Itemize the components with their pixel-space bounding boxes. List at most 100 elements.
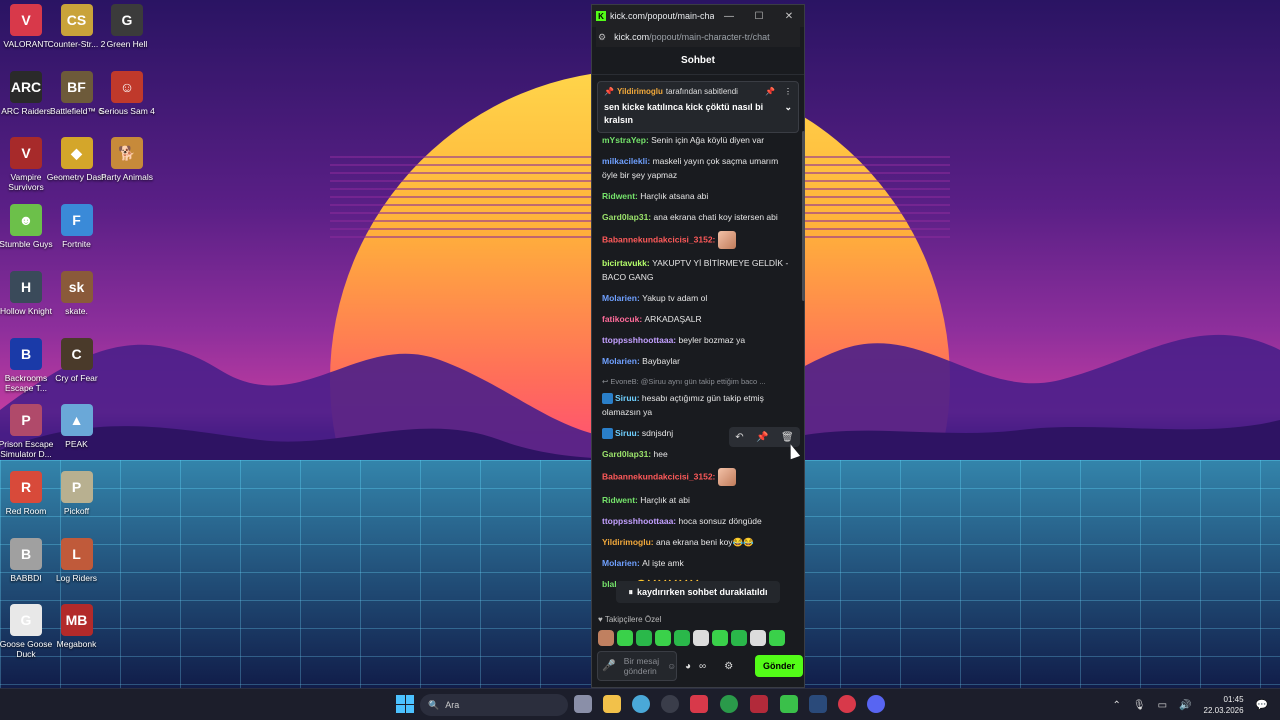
pinned-message[interactable]: 📌 Yildirimoglu tarafından sabitlendi 📌 ⋮… <box>597 81 799 133</box>
chat-username[interactable]: Siruu: <box>615 393 642 403</box>
xbox-icon[interactable] <box>720 695 738 713</box>
site-settings-icon[interactable]: ⚙ <box>598 32 606 43</box>
chat-message[interactable]: Molarien: Yakup tv adam ol <box>602 291 796 305</box>
chevron-up-icon[interactable]: ⌃ <box>1113 700 1121 711</box>
app-icon[interactable] <box>690 695 708 713</box>
chat-message[interactable]: Molarien: Al işte amk <box>602 556 796 570</box>
file-explorer-icon[interactable] <box>603 695 621 713</box>
delete-icon[interactable]: 🗑 <box>781 432 794 443</box>
chat-username[interactable]: Babannekundakcicisi_3152: <box>602 234 718 244</box>
chat-input-placeholder: Bir mesaj gönderin <box>623 656 660 676</box>
chat-message[interactable]: Yildirimoglu: ana ekrana beni koy😂😂 <box>602 535 796 549</box>
settings-app-icon[interactable] <box>574 695 592 713</box>
chat-message[interactable]: ttoppsshhoottaaa: hoca sonsuz döngüde <box>602 514 796 528</box>
emote-item[interactable] <box>655 630 671 646</box>
close-button[interactable]: ✕ <box>774 11 804 22</box>
desktop-icon[interactable]: ☺ Serious Sam 4 <box>96 70 158 116</box>
settings-icon[interactable]: ⚙ <box>724 661 733 672</box>
reply-context[interactable]: ↩ EvoneB: @Siruu aynı gün takip ettiğim … <box>602 375 796 389</box>
emote-item[interactable] <box>598 630 614 646</box>
taskbar-search[interactable]: 🔍 Ara <box>420 694 568 716</box>
chat-username[interactable]: Yildirimoglu: <box>602 537 656 547</box>
address-bar[interactable]: ⚙ kick.com /popout/main-character-tr/cha… <box>596 27 800 47</box>
emote-item[interactable] <box>712 630 728 646</box>
chat-username[interactable]: Molarien: <box>602 356 642 366</box>
chat-message[interactable]: ttoppsshhoottaaa: beyler bozmaz ya <box>602 333 796 347</box>
chat-username[interactable]: fatikocuk: <box>602 314 645 324</box>
network-icon[interactable]: ▭ <box>1158 700 1167 711</box>
chat-message-list[interactable]: mYstraYep: Senin için Ağa köylü diyen va… <box>592 133 804 608</box>
chat-username[interactable]: bicirtavukk: <box>602 258 652 268</box>
emote-item[interactable] <box>731 630 747 646</box>
chat-message[interactable]: Gard0lap31: ana ekrana chati koy isterse… <box>602 210 796 224</box>
notification-icon[interactable]: 💬 <box>1256 700 1268 711</box>
chat-message[interactable]: ↩ EvoneB: @Siruu aynı gün takip ettiğim … <box>602 375 796 419</box>
chat-message[interactable]: Babannekundakcicisi_3152: <box>602 231 796 249</box>
chat-message[interactable]: bicirtavukk: YAKUPTV Yİ BİTİRMEYE GELDİK… <box>602 256 796 284</box>
chat-username[interactable]: ttoppsshhoottaaa: <box>602 516 679 526</box>
chat-username[interactable]: Ridwent: <box>602 495 640 505</box>
chat-username[interactable]: Molarien: <box>602 558 642 568</box>
chat-username[interactable]: Gard0lap31: <box>602 449 654 459</box>
app-icon[interactable] <box>838 695 856 713</box>
desktop-icon[interactable]: ▲ PEAK <box>46 404 108 449</box>
reply-icon[interactable]: ↶ <box>735 432 743 443</box>
unpin-icon[interactable]: 📌 <box>765 87 775 96</box>
emote-item[interactable] <box>636 630 652 646</box>
chat-message[interactable]: mYstraYep: Senin için Ağa köylü diyen va… <box>602 133 796 147</box>
windows-start-icon[interactable] <box>396 695 414 713</box>
xbox-app-icon[interactable] <box>780 695 798 713</box>
microphone-icon[interactable]: 🎤 <box>602 661 616 672</box>
chat-message[interactable]: Ridwent: Harçlık at abi <box>602 493 796 507</box>
chat-message[interactable]: Babannekundakcicisi_3152: <box>602 468 796 486</box>
desktop-icon[interactable]: L Log Riders <box>46 537 108 583</box>
desktop-icon[interactable]: P Pickoff <box>46 470 108 516</box>
desktop-icon[interactable]: MB Megabonk <box>46 604 108 649</box>
chat-username[interactable]: milkacilekli: <box>602 156 653 166</box>
emote-picker-icon[interactable]: ◕ <box>685 661 691 672</box>
maximize-button[interactable]: ☐ <box>744 11 774 22</box>
microphone-icon[interactable]: 🎙 <box>1133 700 1146 711</box>
desktop-icon[interactable]: C Cry of Fear <box>46 337 108 383</box>
desktop-icon[interactable]: 🐕 Party Animals <box>96 137 158 182</box>
app-icon[interactable] <box>750 695 768 713</box>
emoji-icon[interactable]: ☺ <box>667 661 676 671</box>
chat-username[interactable]: mYstraYep: <box>602 135 651 145</box>
chat-message[interactable]: Molarien: Baybaylar <box>602 354 796 368</box>
pinned-by-user[interactable]: Yildirimoglu <box>617 87 663 96</box>
discord-icon[interactable] <box>867 695 885 713</box>
chat-username[interactable]: Siruu: <box>615 428 642 438</box>
chevron-down-icon[interactable]: ⌄ <box>784 101 792 127</box>
chat-paused-banner[interactable]: ⏸ kaydırırken sohbet duraklatıldı <box>616 581 780 603</box>
send-button[interactable]: Gönder <box>755 655 803 677</box>
chat-username[interactable]: Ridwent: <box>602 191 640 201</box>
emote-item[interactable] <box>617 630 633 646</box>
followers-only-text: Takipçilere Özel <box>604 615 662 624</box>
emote-item[interactable] <box>750 630 766 646</box>
chat-message[interactable]: Ridwent: Harçlık atsana abi <box>602 189 796 203</box>
pin-message-icon[interactable]: 📌 <box>756 432 768 443</box>
infinity-icon[interactable]: ∞ <box>699 661 706 672</box>
chat-message[interactable]: fatikocuk: ARKADAŞALR <box>602 312 796 326</box>
chat-username[interactable]: Babannekundakcicisi_3152: <box>602 471 718 481</box>
emote-item[interactable] <box>693 630 709 646</box>
more-options-icon[interactable]: ⋮ <box>784 87 792 96</box>
desktop-icon[interactable]: G Green Hell <box>96 4 158 49</box>
minimize-button[interactable]: — <box>714 11 744 22</box>
desktop-icon[interactable]: F Fortnite <box>46 204 108 249</box>
chrome-icon[interactable] <box>632 695 650 713</box>
clock[interactable]: 01:45 22.03.2026 <box>1204 694 1244 716</box>
chat-scrollbar[interactable] <box>802 131 805 301</box>
desktop-icon[interactable]: sk skate. <box>46 270 108 316</box>
emote-item[interactable] <box>674 630 690 646</box>
volume-icon[interactable]: 🔊 <box>1179 700 1191 711</box>
chat-message-input[interactable]: 🎤 Bir mesaj gönderin ☺ <box>597 651 677 681</box>
emote-item[interactable] <box>769 630 785 646</box>
chat-username[interactable]: Gard0lap31: <box>602 212 654 222</box>
chat-username[interactable]: ttoppsshhoottaaa: <box>602 335 679 345</box>
chat-message[interactable]: Gard0lap31: hee <box>602 447 796 461</box>
steam-icon[interactable] <box>809 695 827 713</box>
chat-username[interactable]: Molarien: <box>602 293 642 303</box>
chat-message[interactable]: milkacilekli: maskeli yayın çok saçma um… <box>602 154 796 182</box>
app-icon[interactable] <box>661 695 679 713</box>
